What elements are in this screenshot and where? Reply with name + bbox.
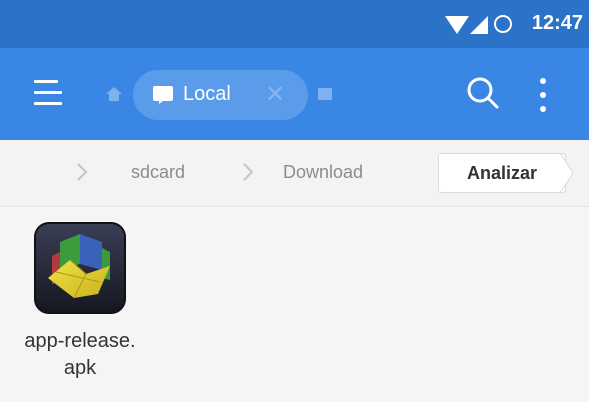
status-icons — [445, 15, 512, 34]
analyze-button[interactable]: Analizar — [438, 153, 566, 193]
search-icon[interactable] — [466, 76, 500, 110]
file-name: app-release.apk — [24, 330, 136, 379]
tab-local[interactable]: Local ✕ — [133, 70, 308, 120]
apk-app-icon — [34, 222, 126, 314]
home-icon[interactable] — [105, 86, 123, 102]
menu-icon[interactable] — [34, 80, 62, 106]
app-bar: Local ✕ — [0, 48, 589, 140]
breadcrumb-item-sdcard[interactable]: sdcard — [131, 162, 185, 183]
analyze-button-label: Analizar — [466, 163, 538, 183]
more-vertical-icon[interactable] — [538, 78, 548, 112]
tab-local-label: Local — [183, 83, 231, 105]
wifi-icon — [445, 16, 469, 34]
folder-icon — [153, 86, 173, 104]
status-bar: 12:47 — [0, 0, 589, 48]
chevron-right-icon — [243, 163, 254, 181]
battery-icon — [494, 15, 512, 33]
signal-icon — [470, 16, 488, 34]
breadcrumb: sdcard Download Analizar — [0, 140, 589, 207]
chevron-right-icon — [560, 153, 574, 193]
file-item[interactable]: app-release.apk — [20, 222, 140, 382]
chevron-right-icon — [77, 163, 88, 181]
close-icon[interactable]: ✕ — [265, 80, 285, 109]
breadcrumb-item-download[interactable]: Download — [283, 162, 363, 183]
status-time: 12:47 — [531, 12, 583, 34]
window-icon[interactable] — [318, 88, 332, 100]
